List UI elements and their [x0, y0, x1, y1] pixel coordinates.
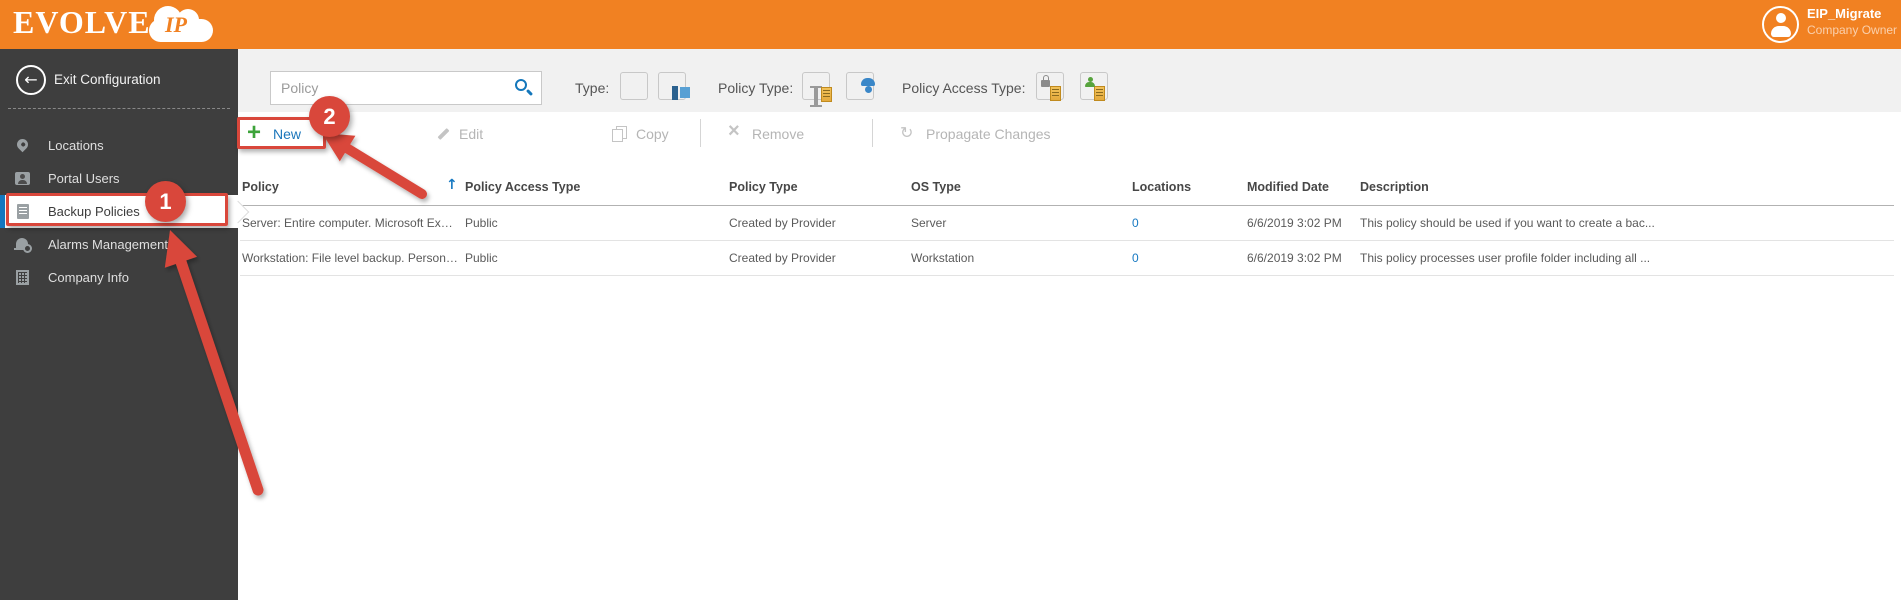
copy-icon	[612, 126, 627, 142]
policy-type-filter-label: Policy Type:	[718, 80, 794, 96]
remove-button[interactable]: × Remove	[728, 120, 818, 148]
logo-badge: IP	[165, 12, 187, 37]
sidebar-divider	[8, 108, 230, 109]
sidebar-item-company-info[interactable]: Company Info	[0, 261, 238, 294]
policy-scroll-icon	[14, 203, 32, 221]
app-root: EVOLVE IP EIP_Migrate Company Owner ← Ex…	[0, 0, 1901, 600]
logo-cloud-icon: IP	[149, 6, 217, 43]
cell-modified-date: 6/6/2019 3:02 PM	[1247, 251, 1342, 265]
type-filter-label: Type:	[575, 80, 610, 96]
column-header-locations[interactable]: Locations	[1132, 180, 1222, 194]
cell-policy-type: Created by Provider	[729, 251, 836, 265]
alarm-bell-icon	[14, 236, 32, 254]
cell-description: This policy processes user profile folde…	[1360, 251, 1651, 265]
policy-access-type-filter-label: Policy Access Type:	[902, 80, 1026, 96]
logo-wordmark: EVOLVE	[13, 4, 151, 40]
cell-locations-link[interactable]: 0	[1132, 241, 1202, 276]
exit-configuration-label: Exit Configuration	[54, 72, 161, 87]
server-filter-button[interactable]	[620, 72, 648, 100]
user-role: Company Owner	[1807, 23, 1898, 37]
cell-locations-link[interactable]: 0	[1132, 206, 1202, 241]
column-header-os-type[interactable]: OS Type	[911, 180, 1031, 194]
location-pin-icon	[14, 136, 32, 155]
sidebar: ← Exit Configuration Locations Portal Us…	[0, 49, 250, 600]
remove-x-icon: ×	[728, 120, 740, 142]
table-row[interactable]: Server: Entire computer. Microsoft Excha…	[240, 206, 1894, 241]
column-header-policy[interactable]: Policy	[242, 180, 442, 194]
plus-icon: +	[247, 119, 262, 146]
cell-os-type: Workstation	[911, 251, 975, 265]
user-name[interactable]: EIP_Migrate	[1807, 6, 1881, 21]
portal-user-icon	[14, 170, 32, 188]
search-icon[interactable]	[515, 79, 527, 91]
provider-policy-filter-button[interactable]	[802, 72, 832, 102]
sidebar-item-alarms-management[interactable]: Alarms Management	[0, 228, 238, 261]
user-avatar[interactable]	[1762, 6, 1799, 43]
column-header-modified-date[interactable]: Modified Date	[1247, 180, 1357, 194]
pencil-icon	[437, 127, 450, 141]
top-bar: EVOLVE IP EIP_Migrate Company Owner	[0, 0, 1901, 49]
edit-button[interactable]: Edit	[437, 122, 497, 148]
company-building-icon	[14, 269, 32, 287]
sidebar-item-locations[interactable]: Locations	[0, 129, 238, 162]
selected-indicator-bar	[0, 195, 5, 228]
cell-os-type: Server	[911, 216, 947, 230]
sidebar-item-backup-policies[interactable]: Backup Policies	[0, 195, 238, 228]
cell-policy: Server: Entire computer. Microsoft Excha…	[242, 216, 458, 230]
sidebar-item-portal-users[interactable]: Portal Users	[0, 162, 238, 195]
cell-description: This policy should be used if you want t…	[1360, 216, 1655, 230]
public-policy-filter-button[interactable]	[1080, 72, 1108, 101]
toolbar-divider	[872, 119, 873, 147]
column-header-policy-access-type[interactable]: Policy Access Type	[465, 180, 605, 194]
cell-policy-type: Created by Provider	[729, 216, 836, 230]
table-row[interactable]: Workstation: File level backup. Personal…	[240, 241, 1894, 276]
private-policy-filter-button[interactable]	[1036, 72, 1064, 101]
search-box	[270, 71, 542, 105]
propagate-changes-button[interactable]: ↻ Propagate Changes	[900, 122, 1060, 148]
workstation-filter-button[interactable]	[658, 72, 686, 100]
copy-button[interactable]: Copy	[612, 122, 682, 148]
propagate-icon: ↻	[900, 123, 914, 142]
user-policy-filter-button[interactable]	[846, 72, 874, 100]
toolbar-divider	[700, 119, 701, 147]
column-header-description[interactable]: Description	[1360, 180, 1560, 194]
exit-configuration-button[interactable]: ← Exit Configuration	[0, 62, 238, 106]
cell-policy-access-type: Public	[465, 251, 498, 265]
new-button[interactable]: + New	[247, 119, 317, 148]
search-input[interactable]	[271, 72, 501, 104]
avatar-person-icon	[1776, 13, 1786, 23]
cell-policy-access-type: Public	[465, 216, 498, 230]
back-arrow-icon: ←	[16, 65, 46, 95]
cell-modified-date: 6/6/2019 3:02 PM	[1247, 216, 1342, 230]
cell-policy: Workstation: File level backup. Personal…	[242, 251, 458, 265]
sort-ascending-icon: ↑	[446, 177, 458, 193]
column-header-policy-type[interactable]: Policy Type	[729, 180, 879, 194]
